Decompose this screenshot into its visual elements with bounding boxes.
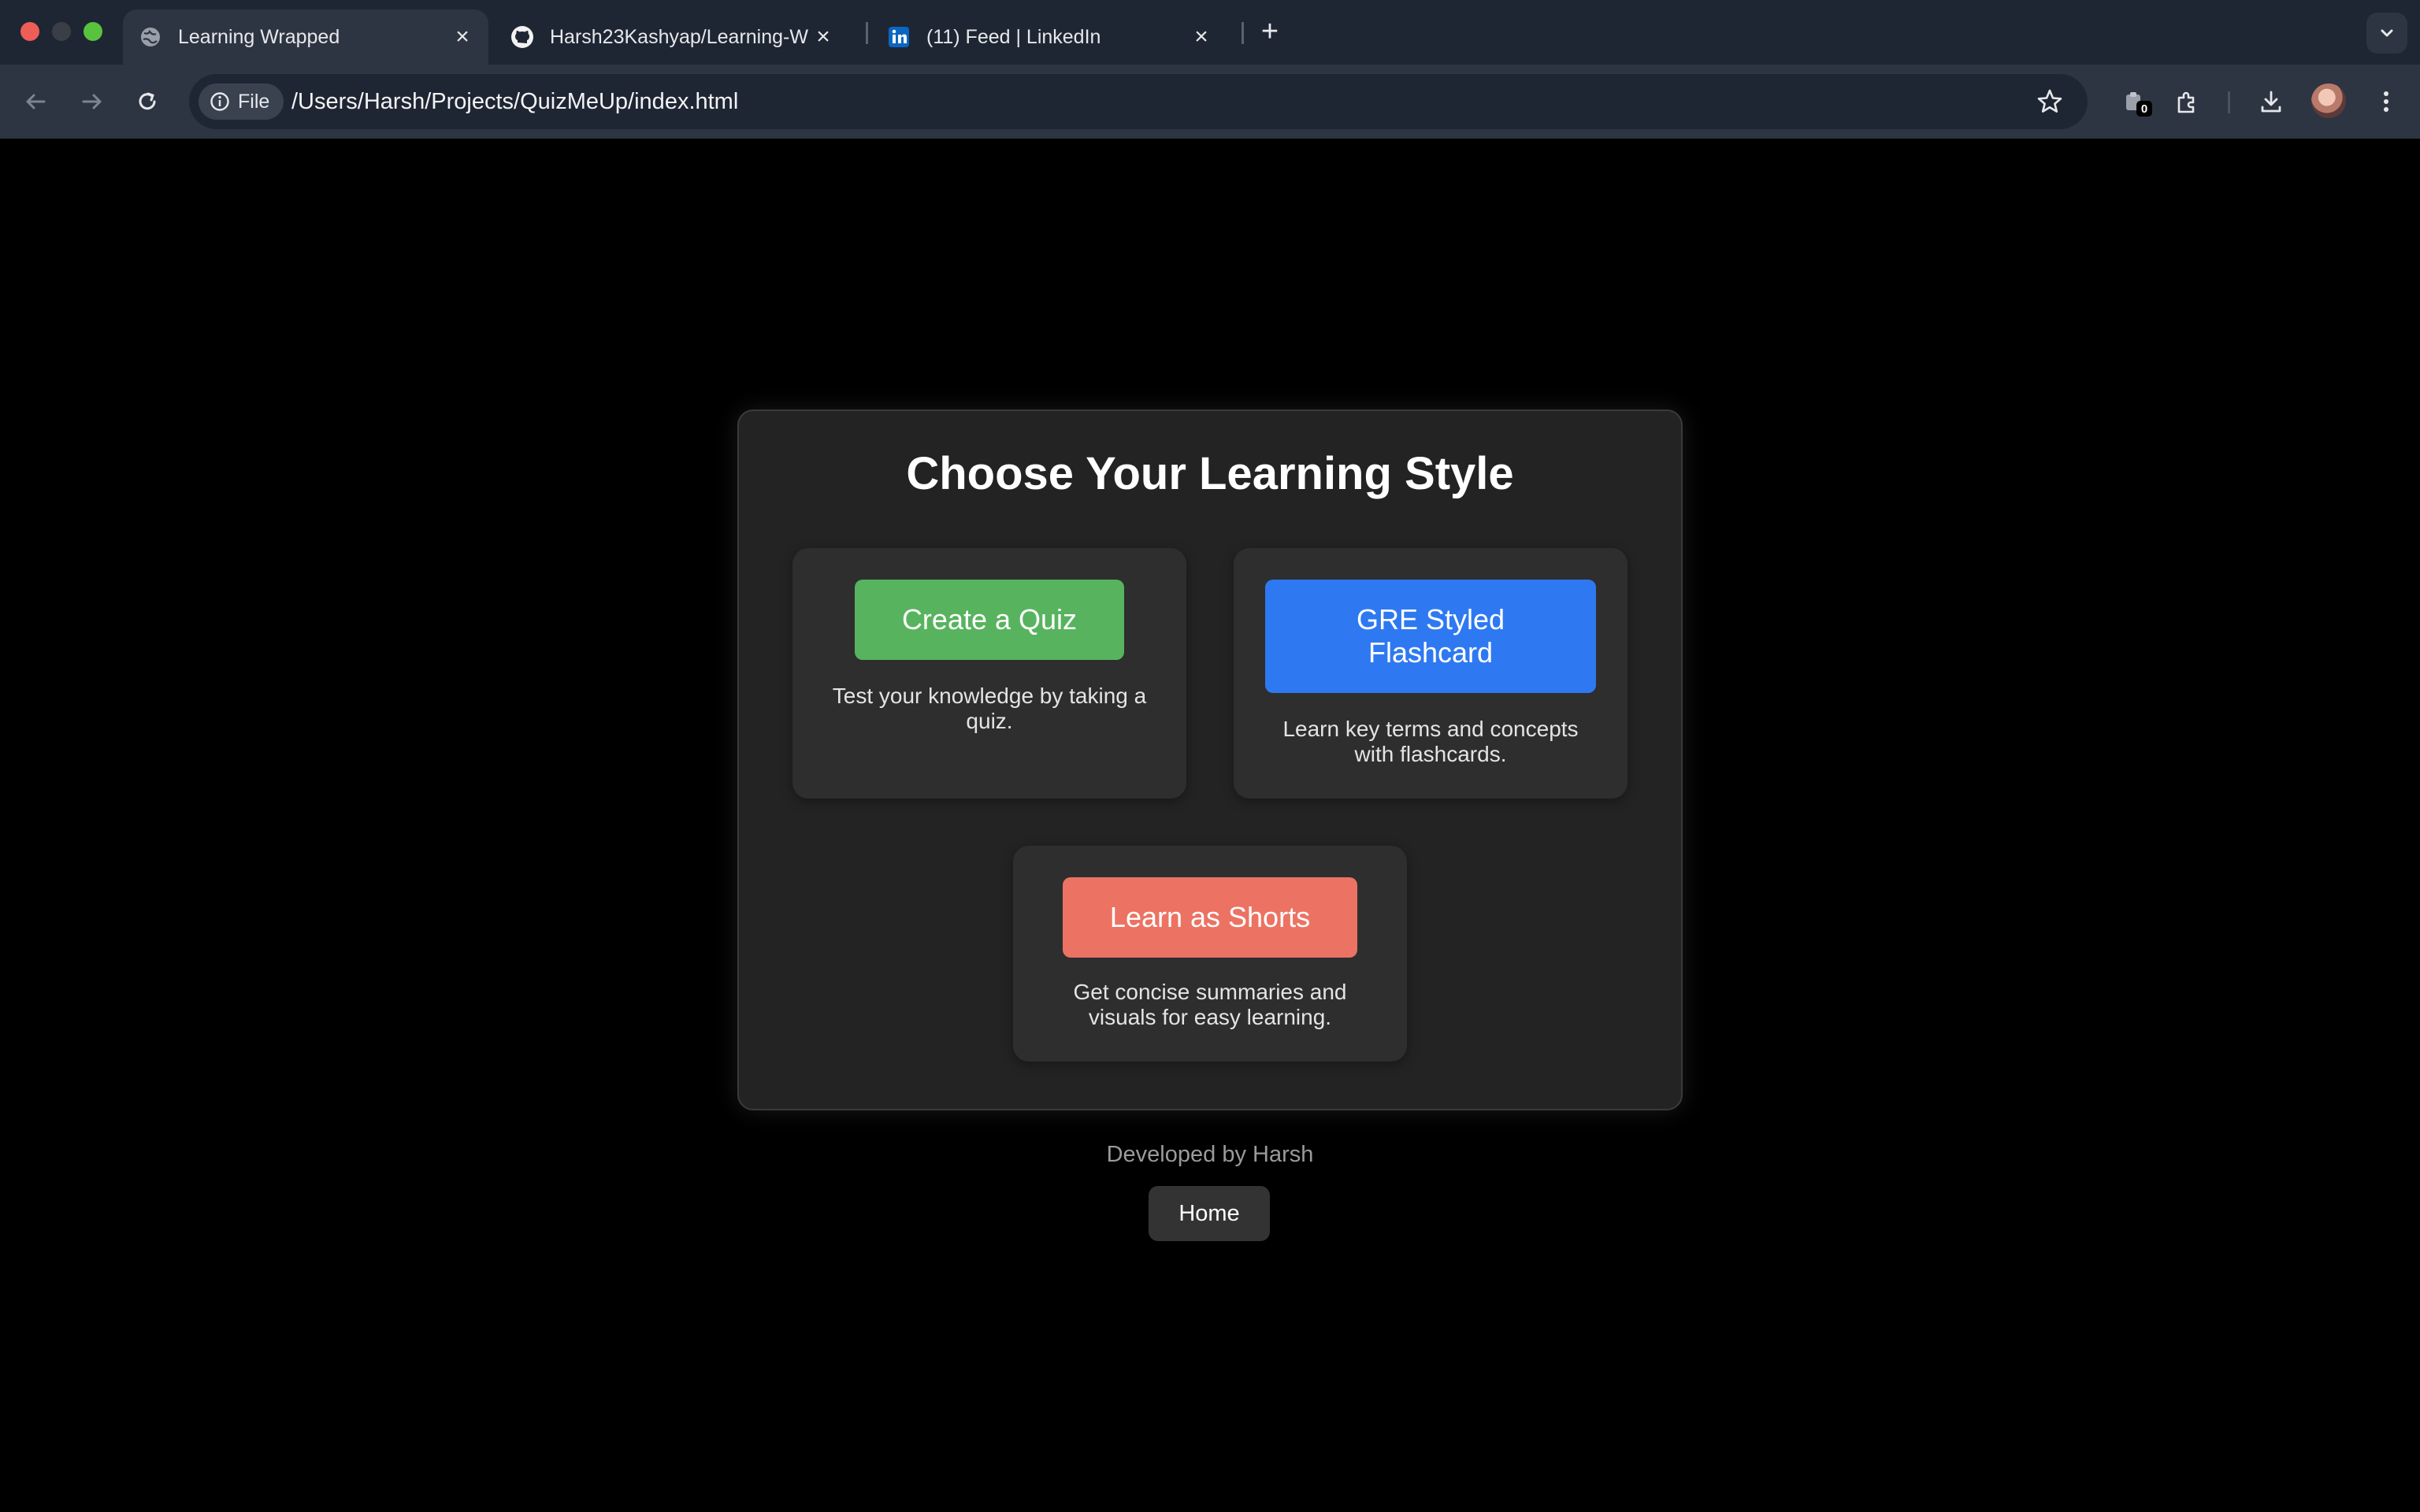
developer-credit: Developed by Harsh (1106, 1142, 1314, 1167)
downloads-button[interactable] (2253, 83, 2289, 120)
reload-button[interactable] (129, 83, 165, 120)
download-icon (2261, 91, 2281, 113)
tab-strip: Learning Wrapped × Harsh23Kashyap/Learni… (0, 0, 2420, 65)
toolbar-divider (2228, 91, 2230, 113)
option-description: Get concise summaries and visuals for ea… (1073, 980, 1347, 1029)
new-tab-button[interactable]: + (1254, 15, 1286, 48)
page-title: Choose Your Learning Style (906, 448, 1514, 499)
gre-flashcard-button[interactable]: GRE Styled Flashcard (1265, 580, 1596, 693)
create-quiz-button[interactable]: Create a Quiz (855, 580, 1124, 660)
tab-github[interactable]: Harsh23Kashyap/Learning-W × (495, 9, 849, 65)
address-bar[interactable]: File /Users/Harsh/Projects/QuizMeUp/inde… (189, 74, 2088, 129)
close-tab-icon[interactable]: × (811, 24, 835, 50)
arrow-left-icon (26, 94, 46, 109)
option-learn-shorts: Learn as Shorts Get concise summaries an… (1013, 846, 1407, 1062)
chevron-down-icon (2381, 29, 2393, 37)
option-description: Learn key terms and concepts with flashc… (1282, 717, 1579, 766)
tab-search-button[interactable] (2366, 13, 2407, 54)
extensions-button[interactable] (2169, 83, 2206, 120)
tab-learning-wrapped[interactable]: Learning Wrapped × (123, 9, 488, 65)
site-info-chip[interactable]: File (199, 83, 284, 120)
extension-badge: 0 (2136, 101, 2152, 117)
forward-button[interactable] (74, 83, 110, 120)
info-icon (210, 92, 229, 111)
tab-linkedin[interactable]: (11) Feed | LinkedIn × (871, 9, 1227, 65)
close-tab-icon[interactable]: × (451, 24, 474, 50)
puzzle-icon (2177, 91, 2195, 113)
close-window-button[interactable] (20, 22, 39, 41)
close-tab-icon[interactable]: × (1190, 24, 1213, 50)
tab-separator (866, 22, 868, 44)
option-flashcard: GRE Styled Flashcard Learn key terms and… (1234, 548, 1628, 799)
extension-button[interactable]: 0 (2116, 83, 2152, 120)
chip-label: File (238, 90, 270, 113)
home-button[interactable]: Home (1149, 1186, 1270, 1241)
arrow-right-icon (82, 94, 102, 109)
tab-separator (1242, 22, 1244, 44)
bookmark-star-icon[interactable] (2036, 87, 2064, 116)
tab-title: Learning Wrapped (178, 25, 340, 48)
option-description: Test your knowledge by taking a quiz. (832, 684, 1147, 733)
globe-icon (139, 25, 162, 49)
learning-style-card: Choose Your Learning Style Create a Quiz… (737, 410, 1683, 1110)
maximize-window-button[interactable] (84, 22, 102, 41)
github-icon (510, 25, 534, 49)
browser-toolbar: File /Users/Harsh/Projects/QuizMeUp/inde… (0, 65, 2420, 139)
page-viewport: Choose Your Learning Style Create a Quiz… (0, 139, 2420, 1512)
tab-title: (11) Feed | LinkedIn (926, 25, 1101, 48)
browser-menu-button[interactable] (2368, 83, 2404, 120)
back-button[interactable] (17, 83, 54, 120)
minimize-window-button[interactable] (52, 22, 71, 41)
learn-shorts-button[interactable]: Learn as Shorts (1063, 877, 1357, 958)
reload-icon (139, 92, 156, 110)
profile-avatar[interactable] (2311, 83, 2346, 118)
more-vertical-icon (2384, 91, 2388, 112)
option-create-quiz: Create a Quiz Test your knowledge by tak… (792, 548, 1186, 799)
tab-title: Harsh23Kashyap/Learning-W (550, 25, 808, 48)
url-text[interactable]: /Users/Harsh/Projects/QuizMeUp/index.htm… (291, 74, 738, 129)
linkedin-icon (887, 25, 911, 49)
